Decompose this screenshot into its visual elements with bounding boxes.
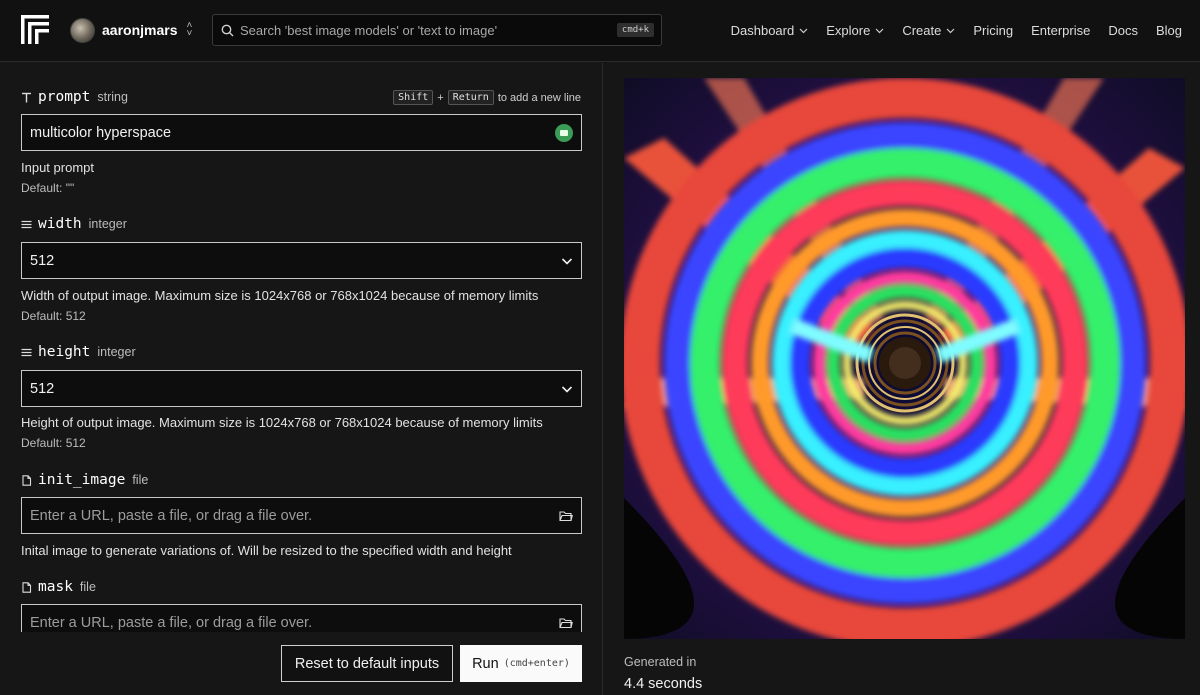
prompt-field-name: prompt [38,89,91,105]
avatar [70,17,95,43]
search-shortcut-hint: cmd+k [616,23,654,37]
height-field-type: integer [97,345,136,359]
nav-explore-label: Explore [826,22,871,38]
height-description: Height of output image. Maximum size is … [21,415,543,430]
nav-links: Dashboard Explore Create Pricing Enterpr… [713,0,1200,60]
form-actions: Reset to default inputs Run (cmd+enter) [0,632,602,695]
reset-defaults-button[interactable]: Reset to default inputs [281,645,453,682]
nav-blog[interactable]: Blog [1156,23,1182,38]
init-image-field-header: init_image file [21,470,148,490]
list-lines-icon [21,348,32,356]
chevron-down-icon [561,385,573,393]
nav-enterprise[interactable]: Enterprise [1031,23,1090,38]
height-field-header: height integer [21,342,136,362]
newline-hint-text: to add a new line [497,91,581,104]
prompt-field-type: string [97,90,128,104]
run-button[interactable]: Run (cmd+enter) [460,645,582,682]
init-image-field-name: init_image [38,472,126,488]
chevron-down-icon [946,28,955,33]
init-image-field-type: file [132,473,149,487]
width-field-name: width [38,216,82,232]
width-field-type: integer [88,217,127,231]
prompt-input[interactable] [30,124,555,141]
nav-docs[interactable]: Docs [1108,23,1138,38]
width-default: Default: 512 [21,309,86,323]
shift-key: Shift [393,90,434,105]
init-image-input-box[interactable] [21,497,582,534]
prompt-default: Default: "" [21,181,75,195]
output-image[interactable] [624,78,1185,639]
mask-field-type: file [79,580,96,594]
nav-pricing[interactable]: Pricing [973,23,1013,38]
nav-dashboard-label: Dashboard [730,22,795,38]
newline-hint: Shift + Return to add a new line [393,90,581,105]
mask-field-name: mask [38,579,73,595]
folder-open-icon[interactable] [559,617,573,629]
prompt-input-box[interactable] [21,114,582,151]
generated-in-value: 4.4 seconds [624,676,703,692]
top-navigation: aaronjmars ˄˅ cmd+k Dashboard Explore Cr… [0,0,1200,62]
nav-explore[interactable]: Explore [826,23,884,38]
height-field-name: height [38,344,91,360]
chevron-updown-icon: ˄ ˅ [186,20,193,39]
mask-field-header: mask file [21,577,96,597]
chevron-down-icon [799,28,808,33]
height-select[interactable]: 512 [21,370,582,407]
width-select[interactable]: 512 [21,242,582,279]
search-icon [221,24,234,36]
folder-open-icon[interactable] [559,510,573,522]
list-lines-icon [21,220,32,228]
init-image-description: Inital image to generate variations of. … [21,543,512,558]
replicate-logo-icon[interactable] [21,15,49,44]
height-default: Default: 512 [21,436,86,450]
plus-sign: + [437,91,444,104]
nav-create-label: Create [902,22,942,38]
mask-input[interactable] [30,614,559,631]
chevron-down-icon [875,28,884,33]
chevron-down-icon [561,257,573,265]
username: aaronjmars [102,22,178,38]
prompt-description: Input prompt [21,160,94,175]
text-type-icon [22,92,31,102]
nav-create[interactable]: Create [902,23,955,38]
run-button-label: Run [472,655,499,672]
height-selected-value: 512 [30,380,55,397]
search-input[interactable] [240,22,617,38]
prompt-field-header: prompt string [21,87,128,107]
nav-dashboard[interactable]: Dashboard [731,23,809,38]
file-icon [22,474,32,486]
return-key: Return [447,90,494,105]
panel-divider [602,63,603,695]
width-selected-value: 512 [30,252,55,269]
generated-hyperspace-image [624,78,1185,639]
width-field-header: width integer [21,214,127,234]
ai-assist-icon[interactable] [555,123,573,142]
search-bar[interactable]: cmd+k [212,14,662,46]
width-description: Width of output image. Maximum size is 1… [21,288,539,303]
generated-in-label: Generated in [624,655,697,669]
run-shortcut-hint: (cmd+enter) [503,658,570,669]
input-form: prompt string Shift + Return to add a ne… [0,63,602,695]
account-switcher[interactable]: aaronjmars ˄ ˅ [70,17,192,43]
file-icon [22,581,32,593]
init-image-input[interactable] [30,507,559,524]
